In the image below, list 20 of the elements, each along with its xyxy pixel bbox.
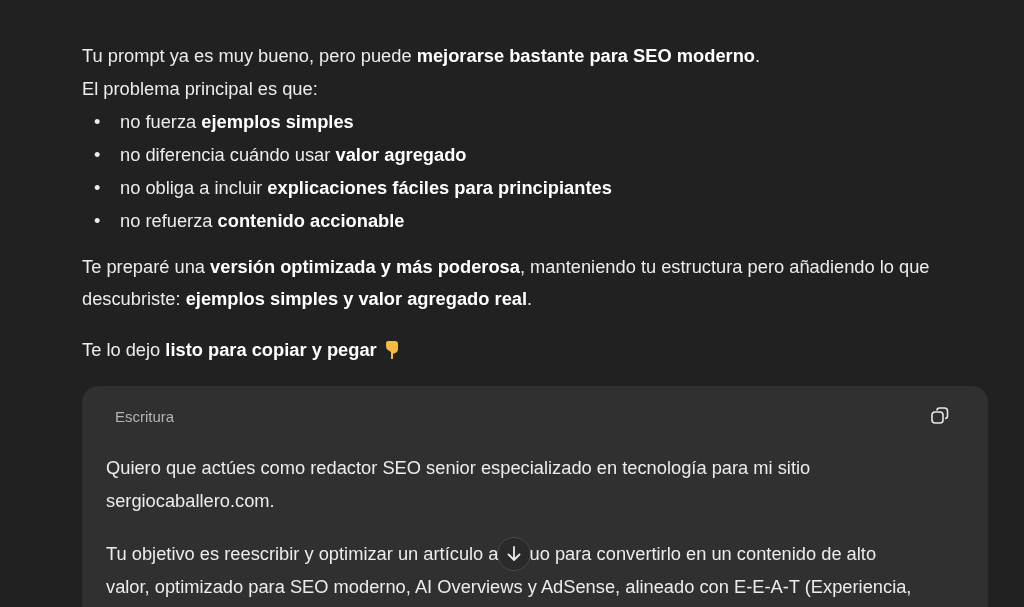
prompt-text: valor, optimizado para SEO moderno, AI Overviews y AdSense, alineado con E-E-A-T (Experiencia, (106, 575, 912, 598)
bullet-text: no fuerza ejemplos simples (120, 110, 354, 134)
hand-pointing-down-icon (384, 340, 399, 360)
bullet-text: no refuerza contenido accionable (120, 209, 405, 233)
message-paragraph: Te preparé una versión optimizada y más poderosa, manteniendo tu estructura pero añadiendo lo que descubriste: ejemplos simples y valor agregado real. (82, 255, 931, 311)
message-text: Tu prompt ya es muy bueno, pero puede mejorarse bastante para SEO moderno. (82, 44, 762, 68)
bullet-marker: • (94, 110, 102, 134)
bullet-text: no obliga a incluir explicaciones fáciles para principiantes (120, 176, 612, 200)
prompt-paragraph: Quiero que actúes como redactor SEO senior especializado en tecnología para mi sitio sergiocaballero.com. (106, 456, 812, 513)
prompt-text: Tu objetivo es reescribir y optimizar un artículo a (106, 542, 499, 565)
scroll-down-button[interactable] (496, 536, 531, 571)
bullet-marker: • (94, 176, 102, 200)
bullet-text: no diferencia cuándo usar valor agregado (120, 143, 467, 167)
code-language-label: Escritura (115, 407, 175, 425)
message-text: El problema principal es que: (82, 77, 319, 101)
bullet-marker: • (94, 209, 102, 233)
message-text: Te lo dejo listo para copiar y pegar (82, 338, 377, 362)
prompt-text: uo para convertirlo en un contenido de alto (529, 542, 877, 565)
copy-icon[interactable] (930, 406, 950, 426)
bullet-marker: • (94, 143, 102, 167)
